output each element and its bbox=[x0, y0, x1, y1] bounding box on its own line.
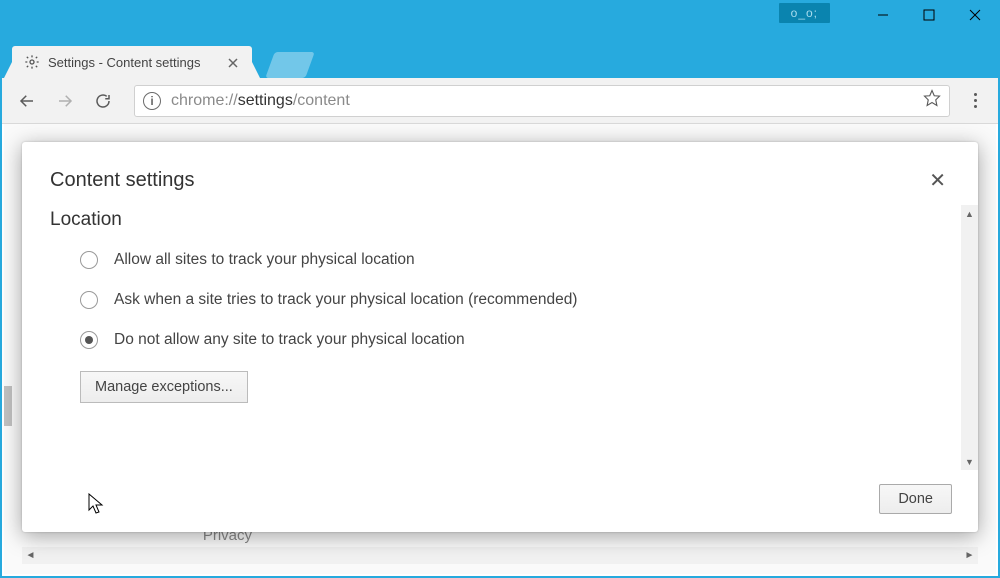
scroll-up-arrow[interactable]: ▲ bbox=[961, 205, 978, 222]
maximize-button[interactable] bbox=[906, 0, 952, 30]
address-bar[interactable]: i chrome://settings/content bbox=[134, 85, 950, 117]
modal-close-button[interactable]: ✕ bbox=[925, 164, 950, 197]
modal-title: Content settings bbox=[50, 169, 195, 192]
scroll-down-arrow[interactable]: ▼ bbox=[961, 453, 978, 470]
radio-button-selected[interactable] bbox=[80, 331, 98, 349]
radio-button[interactable] bbox=[80, 251, 98, 269]
site-info-icon[interactable]: i bbox=[143, 92, 161, 110]
browser-menu-button[interactable] bbox=[960, 93, 990, 108]
bookmark-star-icon[interactable] bbox=[923, 89, 941, 112]
forward-button[interactable] bbox=[48, 84, 82, 118]
radio-row-allow-all[interactable]: Allow all sites to track your physical l… bbox=[80, 251, 950, 269]
minimize-button[interactable] bbox=[860, 0, 906, 30]
gear-icon bbox=[24, 54, 40, 70]
manage-exceptions-button[interactable]: Manage exceptions... bbox=[80, 371, 248, 403]
content-settings-modal: Content settings ✕ Location Allow all si… bbox=[22, 142, 978, 532]
page-content-area: Privacy ◄ ► Content settings ✕ Location … bbox=[4, 124, 996, 574]
modal-footer: Done bbox=[22, 470, 978, 532]
browser-toolbar: i chrome://settings/content bbox=[2, 78, 998, 124]
done-button[interactable]: Done bbox=[879, 484, 952, 514]
window-titlebar: o_o; bbox=[2, 0, 998, 33]
radio-row-deny[interactable]: Do not allow any site to track your phys… bbox=[80, 331, 950, 349]
modal-header: Content settings ✕ bbox=[22, 142, 978, 205]
radio-label: Ask when a site tries to track your phys… bbox=[114, 291, 577, 309]
radio-label: Do not allow any site to track your phys… bbox=[114, 331, 465, 349]
section-title-location: Location bbox=[50, 209, 950, 231]
scroll-right-arrow[interactable]: ► bbox=[961, 547, 978, 564]
browser-tab-settings[interactable]: Settings - Content settings bbox=[12, 46, 252, 78]
horizontal-scrollbar[interactable]: ◄ ► bbox=[22, 547, 978, 564]
new-tab-button[interactable] bbox=[265, 52, 314, 78]
url-text: chrome://settings/content bbox=[171, 92, 350, 110]
page-scrollbar-thumb-peek bbox=[4, 386, 12, 426]
back-button[interactable] bbox=[10, 84, 44, 118]
tab-title: Settings - Content settings bbox=[48, 55, 222, 70]
modal-vertical-scrollbar[interactable]: ▲ ▼ bbox=[961, 205, 978, 470]
reload-button[interactable] bbox=[86, 84, 120, 118]
modal-body: Location Allow all sites to track your p… bbox=[22, 205, 978, 470]
radio-row-ask[interactable]: Ask when a site tries to track your phys… bbox=[80, 291, 950, 309]
titlebar-emoticon: o_o; bbox=[779, 3, 830, 23]
tab-close-button[interactable] bbox=[228, 55, 242, 69]
radio-label: Allow all sites to track your physical l… bbox=[114, 251, 415, 269]
scroll-left-arrow[interactable]: ◄ bbox=[22, 547, 39, 564]
close-window-button[interactable] bbox=[952, 0, 998, 30]
radio-button[interactable] bbox=[80, 291, 98, 309]
tab-strip: Settings - Content settings bbox=[2, 33, 998, 78]
